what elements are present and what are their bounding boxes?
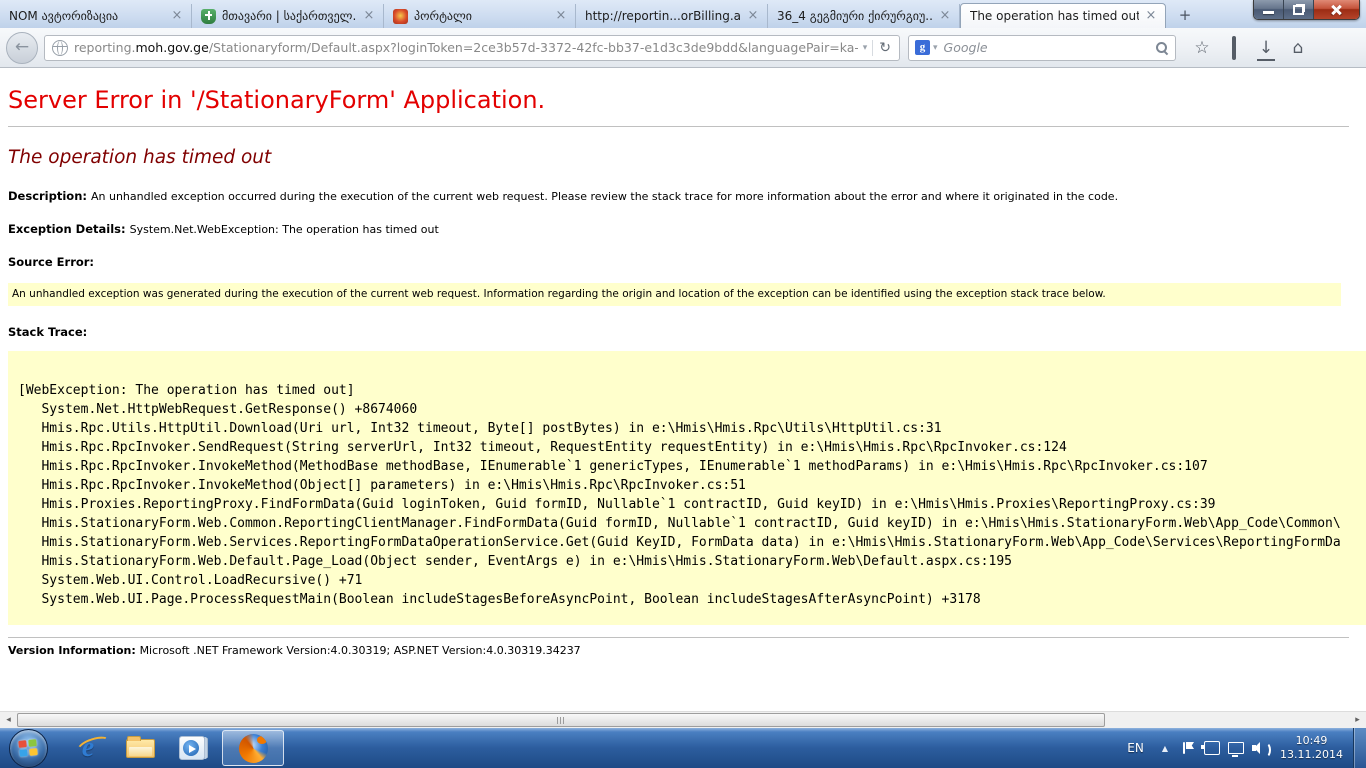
tab-title: პორტალი xyxy=(414,9,549,23)
tab-36-4-surgery[interactable]: 36_4 გეგმიური ქირურგიუ... × xyxy=(768,4,960,28)
windows-flag-icon xyxy=(18,739,38,757)
tab-operation-timed-out[interactable]: The operation has timed out × xyxy=(960,3,1166,28)
exception-label: Exception Details: xyxy=(8,222,130,236)
clock-date: 13.11.2014 xyxy=(1280,748,1343,762)
tab-close-icon[interactable]: × xyxy=(553,8,569,24)
tab-close-icon[interactable]: × xyxy=(1143,8,1159,24)
divider xyxy=(8,126,1349,127)
tab-close-icon[interactable]: × xyxy=(745,8,761,24)
exception-details-line: Exception Details: System.Net.WebExcepti… xyxy=(8,222,1366,236)
tab-close-icon[interactable]: × xyxy=(169,8,185,24)
power-plug-icon[interactable] xyxy=(1200,728,1224,768)
media-player-icon xyxy=(179,736,205,760)
tab-bar: NOM ავტორიზაცია × მთავარი | საქართველ...… xyxy=(0,0,1366,28)
tab-nom-authorization[interactable]: NOM ავტორიზაცია × xyxy=(0,4,192,28)
scroll-left-arrow-icon[interactable]: ◂ xyxy=(0,712,17,728)
tab-close-icon[interactable]: × xyxy=(937,8,953,24)
error-message-subtitle: The operation has timed out xyxy=(8,147,1366,168)
tab-title: მთავარი | საქართველ... xyxy=(222,9,357,23)
search-engine-dropdown-icon[interactable]: ▾ xyxy=(930,43,944,53)
emblem-favicon-icon xyxy=(393,9,408,24)
folder-icon xyxy=(126,739,155,758)
url-prefix: reporting. xyxy=(74,40,135,55)
tab-portal[interactable]: პორტალი × xyxy=(384,4,576,28)
desktop: NOM ავტორიზაცია × მთავარი | საქართველ...… xyxy=(0,0,1366,768)
window-controls xyxy=(1253,0,1360,20)
url-bar[interactable]: reporting.moh.gov.ge/Stationaryform/Defa… xyxy=(44,35,900,61)
close-button[interactable] xyxy=(1314,0,1359,19)
restore-button[interactable] xyxy=(1284,0,1314,19)
tab-reporting-billing[interactable]: http://reportin...orBilling.aspx × xyxy=(576,4,768,28)
clock-time: 10:49 xyxy=(1280,734,1343,748)
stack-trace-box: [WebException: The operation has timed o… xyxy=(8,351,1366,625)
home-icon[interactable]: ⌂ xyxy=(1282,33,1314,63)
back-button[interactable]: ← xyxy=(6,32,38,64)
page-content: Server Error in '/StationaryForm' Applic… xyxy=(0,68,1366,711)
taskbar-item-firefox-active[interactable] xyxy=(222,730,284,766)
stack-trace-text: [WebException: The operation has timed o… xyxy=(18,381,1366,609)
minimize-icon xyxy=(1263,11,1274,14)
url-path: /Stationaryform/Default.aspx?loginToken=… xyxy=(209,40,858,55)
network-icon[interactable] xyxy=(1224,728,1248,768)
scrollbar-thumb[interactable] xyxy=(17,713,1105,727)
url-dropdown-icon[interactable]: ▾ xyxy=(858,43,873,53)
taskbar-item-internet-explorer[interactable]: e xyxy=(62,728,114,768)
stack-trace-heading: Stack Trace: xyxy=(8,325,1366,339)
minimize-button[interactable] xyxy=(1254,0,1284,19)
system-tray: EN ▲ 10:49 13.11.2014 xyxy=(1117,728,1366,768)
tray-expand-icon[interactable]: ▲ xyxy=(1154,744,1176,753)
downloads-icon[interactable]: ↓ xyxy=(1250,33,1282,63)
new-tab-button[interactable]: + xyxy=(1172,6,1198,26)
show-desktop-button[interactable] xyxy=(1353,728,1366,768)
taskbar-item-media-player[interactable] xyxy=(166,728,218,768)
toolbar-icons: ☆ ↓ ⌂ xyxy=(1186,33,1346,63)
source-error-box: An unhandled exception was generated dur… xyxy=(8,283,1341,306)
search-bar[interactable]: g ▾ Google xyxy=(908,35,1176,61)
url-domain: moh.gov.ge xyxy=(135,40,208,55)
divider xyxy=(8,637,1349,638)
tab-title: 36_4 გეგმიური ქირურგიუ... xyxy=(777,9,933,23)
error-page-title: Server Error in '/StationaryForm' Applic… xyxy=(8,86,1366,114)
source-error-heading: Source Error: xyxy=(8,255,1366,269)
volume-icon[interactable] xyxy=(1248,728,1272,768)
exception-text: System.Net.WebException: The operation h… xyxy=(130,223,439,236)
health-shield-favicon-icon xyxy=(201,9,216,24)
tab-title: http://reportin...orBilling.aspx xyxy=(585,9,741,23)
bookmarks-menu-icon[interactable] xyxy=(1218,33,1250,63)
search-placeholder[interactable]: Google xyxy=(944,40,1155,55)
restore-icon xyxy=(1293,5,1304,15)
reload-icon[interactable]: ↻ xyxy=(872,40,895,56)
description-label: Description: xyxy=(8,189,91,203)
description-line: Description: An unhandled exception occu… xyxy=(8,189,1366,203)
bookmarks-panel-icon xyxy=(1232,36,1236,60)
version-text: Microsoft .NET Framework Version:4.0.303… xyxy=(140,644,581,657)
scroll-right-arrow-icon[interactable]: ▸ xyxy=(1349,712,1366,728)
language-indicator[interactable]: EN xyxy=(1117,741,1154,755)
clock[interactable]: 10:49 13.11.2014 xyxy=(1272,734,1353,762)
start-button[interactable] xyxy=(9,729,48,768)
taskbar: e EN ▲ 10:49 13.11.2014 xyxy=(0,728,1366,768)
taskbar-item-explorer[interactable] xyxy=(114,728,166,768)
horizontal-scrollbar[interactable]: ◂ ▸ xyxy=(0,711,1366,728)
bookmark-star-icon[interactable]: ☆ xyxy=(1186,33,1218,63)
version-information-line: Version Information: Microsoft .NET Fram… xyxy=(8,644,1366,657)
source-error-text: An unhandled exception was generated dur… xyxy=(12,288,1106,300)
site-identity-globe-icon[interactable] xyxy=(52,40,68,56)
navigation-toolbar: ← reporting.moh.gov.ge/Stationaryform/De… xyxy=(0,28,1366,68)
tab-title: NOM ავტორიზაცია xyxy=(9,9,165,23)
description-text: An unhandled exception occurred during t… xyxy=(91,190,1118,203)
internet-explorer-icon: e xyxy=(82,732,94,764)
firefox-icon xyxy=(239,734,268,763)
url-text[interactable]: reporting.moh.gov.ge/Stationaryform/Defa… xyxy=(74,40,858,55)
version-label: Version Information: xyxy=(8,644,140,657)
search-icon[interactable] xyxy=(1155,41,1169,55)
action-center-flag-icon[interactable] xyxy=(1176,728,1200,768)
google-favicon-icon: g xyxy=(915,40,930,55)
tab-close-icon[interactable]: × xyxy=(361,8,377,24)
tab-title: The operation has timed out xyxy=(970,9,1139,23)
tab-mtavari[interactable]: მთავარი | საქართველ... × xyxy=(192,4,384,28)
